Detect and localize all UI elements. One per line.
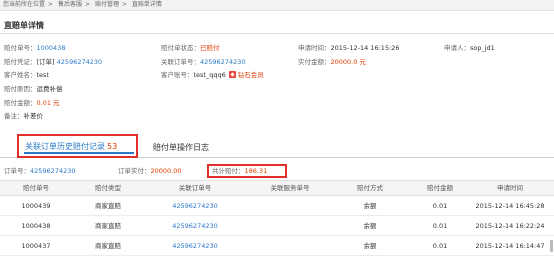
- order-no-value[interactable]: 1000438: [37, 44, 66, 52]
- voucher-label: 赔付凭证：: [4, 58, 37, 66]
- reason-value: 运费补偿: [36, 85, 63, 93]
- remark-value: 补差价: [23, 112, 44, 120]
- breadcrumb: 您当前所在位置 > 售后客服 > 赔付管理 > 直赔单详情: [0, 0, 554, 11]
- summary-order-field: 订单号：42596274230: [4, 167, 76, 176]
- summary-total-field: 共计赔付：186.31: [212, 167, 267, 176]
- status-value: 已赔付: [200, 44, 220, 52]
- cell-linked-order[interactable]: 42596274230: [160, 196, 230, 216]
- summary-paid-value: 20000.00: [150, 167, 182, 175]
- header-amount: 赔付金额: [427, 184, 453, 192]
- voucher-field: 赔付凭证：[订单] 42596274230: [4, 58, 102, 67]
- applicant-field: 申请人：sop_jd1: [444, 44, 495, 53]
- cell-type: 商家直赔: [95, 202, 121, 210]
- summary-paid-field: 订单实付：20000.00: [118, 167, 182, 176]
- paid-amount-value: 20000.0 元: [330, 58, 366, 66]
- amount-value: 0.01 元: [36, 99, 60, 107]
- customer-account-value: test_qqq6: [193, 71, 226, 79]
- header-order-no: 赔付单号: [23, 184, 49, 192]
- summary-order-label: 订单号：: [4, 167, 30, 175]
- reason-label: 赔付原因：: [4, 85, 37, 93]
- remark-label: 备注：: [4, 112, 24, 120]
- linked-order-label: 关联订单号：: [161, 58, 200, 66]
- reason-field: 赔付原因：运费补偿: [4, 85, 63, 94]
- page-title: 直赔单详情: [4, 21, 44, 30]
- scrollbar-thumb[interactable]: [550, 240, 553, 252]
- table-header: 赔付单号 赔付类型 关联订单号 关联服务单号 赔付方式 赔付金额 申请时间: [0, 180, 554, 196]
- header-type: 赔付类型: [95, 184, 121, 192]
- cell-linked-order[interactable]: 42596274230: [160, 236, 230, 256]
- cell-method: 余额: [363, 222, 377, 230]
- paid-amount-label: 实付金额：: [298, 58, 331, 66]
- cell-order-no: 1000438: [21, 222, 51, 230]
- breadcrumb-separator: >: [84, 1, 91, 8]
- applicant-value: sop_jd1: [470, 44, 495, 52]
- remark-field: 备注：补差价: [4, 112, 43, 121]
- breadcrumb-item-current: 直赔单详情: [131, 1, 162, 8]
- header-apply-time: 申请时间: [497, 184, 523, 192]
- voucher-prefix: [订单]: [36, 58, 55, 66]
- cell-method: 余额: [363, 202, 377, 210]
- cell-apply-time: 2015-12-14 16:14:47: [475, 242, 545, 250]
- customer-name-label: 客户姓名：: [4, 71, 37, 79]
- breadcrumb-prefix: 您当前所在位置: [3, 1, 46, 8]
- summary-total-value: 186.31: [244, 167, 268, 175]
- cell-method: 余额: [363, 242, 377, 250]
- diamond-member-icon: [228, 71, 236, 78]
- linked-order-field: 关联订单号：42596274230: [161, 58, 246, 67]
- cell-type: 商家直赔: [95, 242, 121, 250]
- cell-order-no: 1000437: [21, 242, 51, 250]
- summary-total-label: 共计赔付：: [212, 167, 245, 175]
- tab-operation-log[interactable]: 赔付单操作日志: [153, 142, 209, 153]
- breadcrumb-item-after-sales[interactable]: 售后客服: [58, 1, 82, 8]
- voucher-value[interactable]: 42596274230: [57, 58, 103, 66]
- breadcrumb-separator: >: [48, 1, 54, 8]
- customer-account-field: 客户账号：test_qqq6 钻石会员: [161, 71, 264, 80]
- apply-time-label: 申请时间：: [298, 44, 331, 52]
- customer-name-value: test: [36, 71, 49, 79]
- title-divider: [0, 33, 554, 34]
- cell-type: 商家直赔: [95, 222, 121, 230]
- header-method: 赔付方式: [357, 184, 383, 192]
- header-linked-order: 关联订单号: [178, 184, 212, 192]
- applicant-label: 申请人：: [444, 44, 470, 52]
- tab-history-count: 53: [107, 142, 118, 151]
- customer-account-label: 客户账号：: [161, 71, 194, 79]
- summary-order-value[interactable]: 42596274230: [30, 167, 76, 175]
- status-field: 赔付单状态：已赔付: [161, 44, 220, 53]
- paid-amount-field: 实付金额：20000.0 元: [298, 58, 366, 67]
- customer-name-field: 客户姓名：test: [4, 71, 49, 80]
- summary-paid-label: 订单实付：: [118, 167, 151, 175]
- apply-time-field: 申请时间：2015-12-14 16:15:26: [298, 44, 400, 53]
- amount-label: 赔付金额：: [4, 99, 37, 107]
- header-service-no: 关联服务单号: [270, 184, 310, 192]
- cell-apply-time: 2015-12-14 16:22:24: [475, 222, 545, 230]
- cell-apply-time: 2015-12-14 16:45:28: [475, 202, 545, 210]
- linked-order-value[interactable]: 42596274230: [200, 58, 246, 66]
- status-label: 赔付单状态：: [161, 44, 200, 52]
- table-row: 1000437 商家直赔 42596274230 余额 0.01 2015-12…: [0, 236, 554, 256]
- order-no-label: 赔付单号：: [4, 44, 37, 52]
- cell-amount: 0.01: [432, 222, 448, 230]
- tab-history-label: 关联订单历史赔付记录: [25, 142, 105, 151]
- table-row: 1000439 商家直赔 42596274230 余额 0.01 2015-12…: [0, 196, 554, 216]
- active-tab-underline: [24, 152, 134, 154]
- cell-linked-order[interactable]: 42596274230: [160, 216, 230, 236]
- member-level-text: 钻石会员: [237, 71, 264, 79]
- breadcrumb-item-compensation[interactable]: 赔付管理: [95, 1, 119, 8]
- table-row: 1000438 商家直赔 42596274230 余额 0.01 2015-12…: [0, 216, 554, 236]
- amount-field: 赔付金额：0.01 元: [4, 99, 60, 108]
- breadcrumb-separator: >: [121, 1, 127, 8]
- order-no-field: 赔付单号：1000438: [4, 44, 65, 53]
- cell-amount: 0.01: [432, 242, 448, 250]
- apply-time-value: 2015-12-14 16:15:26: [330, 44, 400, 52]
- cell-order-no: 1000439: [21, 202, 51, 210]
- cell-amount: 0.01: [432, 202, 448, 210]
- tab-history-records[interactable]: 关联订单历史赔付记录 53: [25, 141, 117, 152]
